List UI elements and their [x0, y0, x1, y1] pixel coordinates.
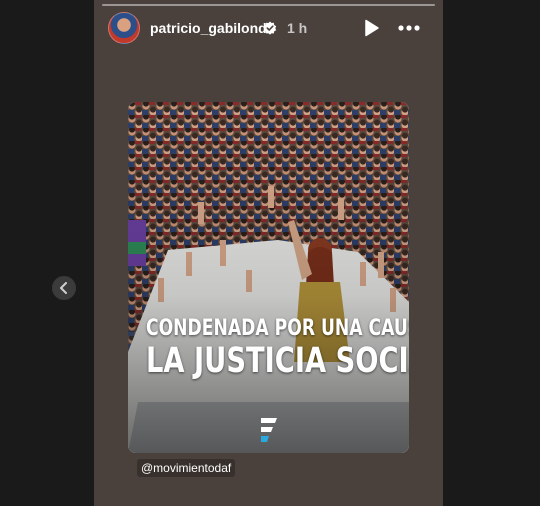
- post-time: 1 h: [287, 20, 308, 36]
- story-progress-bar: [102, 4, 435, 6]
- story-post-image: CONDENADA POR UNA CAUSA: LA JUSTICIA SOC…: [128, 102, 409, 453]
- crowd-photo: [128, 102, 409, 453]
- chevron-left-icon: [60, 282, 67, 294]
- movimiento-logo-icon: [261, 418, 277, 442]
- avatar[interactable]: [108, 12, 140, 44]
- headline-line-1: CONDENADA POR UNA CAUSA:: [146, 316, 409, 341]
- more-options-icon[interactable]: [397, 20, 421, 36]
- mention-sticker[interactable]: @movimientodaf: [137, 459, 236, 477]
- play-icon[interactable]: [364, 19, 380, 37]
- post-headline: CONDENADA POR UNA CAUSA: LA JUSTICIA SOC…: [146, 316, 409, 381]
- verified-badge-icon: [263, 21, 277, 35]
- right-backdrop: [443, 0, 540, 506]
- previous-story-button[interactable]: [52, 276, 76, 300]
- headline-line-2: LA JUSTICIA SOCIAL: [146, 341, 409, 381]
- left-backdrop: [0, 0, 94, 506]
- story-header: patricio_gabilondo 1 h: [94, 12, 443, 44]
- story-viewer[interactable]: patricio_gabilondo 1 h CONDENADA POR UNA…: [94, 0, 443, 506]
- username[interactable]: patricio_gabilondo: [150, 20, 275, 36]
